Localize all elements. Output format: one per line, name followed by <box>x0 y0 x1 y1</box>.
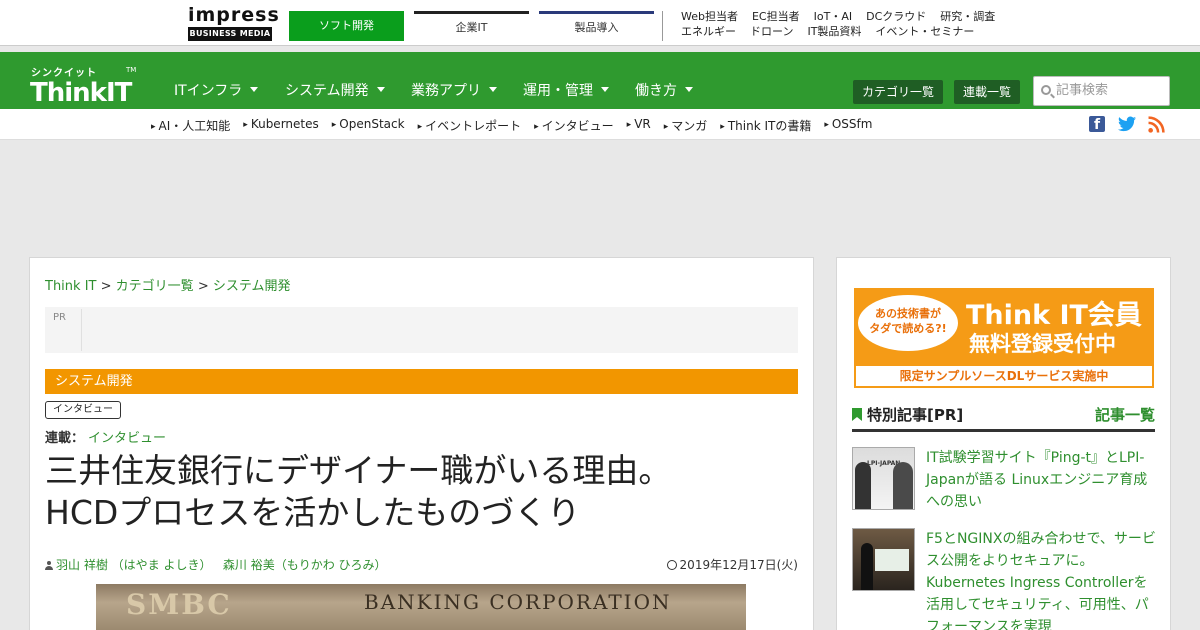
top-link[interactable]: EC担当者 <box>752 9 800 24</box>
nav-item-label: 働き方 <box>635 83 677 99</box>
tab-enterprise-it[interactable]: 企業IT <box>414 11 529 41</box>
sub-nav-link[interactable]: マンガ <box>664 117 707 134</box>
top-link[interactable]: IoT・AI <box>814 9 852 24</box>
hero-sign-smbc: SMBC <box>126 588 232 621</box>
pr-label: PR <box>53 312 66 323</box>
sub-nav-link[interactable]: イベントレポート <box>418 117 521 134</box>
series-link[interactable]: インタビュー <box>88 431 166 446</box>
article-list-link[interactable]: 記事一覧 <box>1095 404 1155 425</box>
category-list-button[interactable]: カテゴリ一覧 <box>853 80 944 104</box>
caret-down-icon <box>489 86 497 92</box>
nav-item-label: システム開発 <box>285 83 369 99</box>
search-icon <box>1041 85 1051 95</box>
top-links: Web担当者 EC担当者 IoT・AI DCクラウド 研究・調査 エネルギー ド… <box>681 9 995 39</box>
member-banner[interactable]: あの技術書が タダで読める?! Think IT会員 無料登録受付中 限定サンプ… <box>854 288 1154 388</box>
caret-down-icon <box>376 86 385 92</box>
sub-nav-link[interactable]: OpenStack <box>332 117 404 134</box>
banner-title: Think IT会員 <box>966 300 1142 331</box>
caret-down-icon <box>685 86 693 92</box>
section-title: 特別記事[PR] <box>867 406 964 424</box>
series-list-button[interactable]: 連載一覧 <box>954 80 1021 104</box>
breadcrumb-home[interactable]: Think IT <box>45 279 96 294</box>
rss-icon[interactable] <box>1148 116 1165 133</box>
top-link[interactable]: イベント・セミナー <box>875 24 974 39</box>
sub-nav-link[interactable]: VR <box>627 117 651 134</box>
person-icon <box>45 561 53 570</box>
logo-kana: シンクイット <box>31 68 97 79</box>
special-articles-header: 特別記事[PR] 記事一覧 <box>852 404 1155 432</box>
breadcrumb-category[interactable]: カテゴリ一覧 <box>116 279 194 294</box>
sub-nav-link[interactable]: Think ITの書籍 <box>720 117 812 134</box>
caret-down-icon <box>601 86 609 92</box>
bookmark-icon <box>852 408 862 421</box>
search-input[interactable]: 記事検索 <box>1033 76 1170 106</box>
impress-wordmark: impress <box>188 4 280 26</box>
nav-item-business-apps[interactable]: 業務アプリ <box>411 80 497 100</box>
clock-icon <box>666 560 677 570</box>
article-link[interactable]: F5とNGINXの組み合わせで、サービス公開をよりセキュアに。Kubernete… <box>926 528 1156 630</box>
tab-soft-dev[interactable]: ソフト開発 <box>289 11 404 41</box>
sub-nav-links: AI・人工知能 Kubernetes OpenStack イベントレポート イン… <box>151 117 873 134</box>
thinkit-logo[interactable]: シンクイット ThinkIT TM <box>30 64 140 110</box>
nav-item-system-dev[interactable]: システム開発 <box>285 80 385 100</box>
series-label: 連載： <box>45 431 85 446</box>
hero-sign-banking: BANKING CORPORATION <box>364 590 672 614</box>
article-link[interactable]: IT試験学習サイト『Ping-t』とLPI-Japanが語る Linuxエンジニ… <box>926 447 1156 513</box>
nav-item-label: 業務アプリ <box>411 83 481 99</box>
pr-box: PR <box>45 307 798 353</box>
hero-image: SMBC BANKING CORPORATION <box>96 584 746 630</box>
title-line-2: HCDプロセスを活かしたものづくり <box>45 493 581 532</box>
author-link[interactable]: 羽山 祥樹 （はやま よしき） <box>56 558 211 572</box>
search-placeholder: 記事検索 <box>1056 83 1109 98</box>
logo-tm: TM <box>126 66 137 74</box>
caret-down-icon <box>250 86 259 92</box>
nav-item-it-infra[interactable]: ITインフラ <box>174 80 259 100</box>
sub-nav-link[interactable]: インタビュー <box>534 117 614 134</box>
nav-item-label: 運用・管理 <box>523 83 593 99</box>
logo-main: ThinkIT <box>30 78 132 108</box>
title-line-1: 三井住友銀行にデザイナー職がいる理由。 <box>45 451 672 490</box>
top-link[interactable]: エネルギー <box>681 24 736 39</box>
top-link[interactable]: 研究・調査 <box>940 9 995 24</box>
top-divider <box>662 11 663 41</box>
date-text: 2019年12月17日(火) <box>679 558 798 572</box>
page-title: 三井住友銀行にデザイナー職がいる理由。 HCDプロセスを活かしたものづくり <box>45 450 805 534</box>
banner-footer: 限定サンプルソースDLサービス実施中 <box>856 366 1152 386</box>
category-bar[interactable]: システム開発 <box>45 369 798 394</box>
top-link[interactable]: ドローン <box>750 24 793 39</box>
impress-logo[interactable]: impress BUSINESS MEDIA <box>188 4 280 43</box>
breadcrumb-separator: > <box>100 279 112 294</box>
series-line: 連載： インタビュー <box>45 427 166 446</box>
authors: 羽山 祥樹 （はやま よしき） 森川 裕美（もりかわ ひろみ） <box>45 556 387 573</box>
article-tag[interactable]: インタビュー <box>45 401 121 419</box>
article-thumbnail[interactable] <box>852 528 915 591</box>
publish-date: 2019年12月17日(火) <box>666 556 798 573</box>
top-link[interactable]: IT製品資料 <box>807 24 861 39</box>
sub-nav-link[interactable]: Kubernetes <box>243 117 319 134</box>
sub-nav-link[interactable]: AI・人工知能 <box>151 117 231 134</box>
nav-item-label: ITインフラ <box>174 83 243 99</box>
banner-subtitle: 無料登録受付中 <box>969 332 1116 356</box>
breadcrumb-separator: > <box>197 279 209 294</box>
banner-bubble: あの技術書が タダで読める?! <box>858 295 958 351</box>
facebook-icon[interactable]: f <box>1089 116 1105 133</box>
author-link[interactable]: 森川 裕美（もりかわ ひろみ） <box>223 558 387 572</box>
top-link[interactable]: DCクラウド <box>866 9 926 24</box>
breadcrumb: Think IT > カテゴリ一覧 > システム開発 <box>45 275 290 294</box>
twitter-icon[interactable] <box>1118 116 1136 132</box>
breadcrumb-current[interactable]: システム開発 <box>213 279 291 294</box>
impress-business-media: BUSINESS MEDIA <box>188 27 272 41</box>
top-link[interactable]: Web担当者 <box>681 9 738 24</box>
pr-divider <box>81 309 82 351</box>
sub-nav-link[interactable]: OSSfm <box>824 117 873 134</box>
article-thumbnail[interactable]: LPI-JAPAN <box>852 447 915 510</box>
nav-item-operations[interactable]: 運用・管理 <box>523 80 609 100</box>
tab-product-intro[interactable]: 製品導入 <box>539 11 654 41</box>
nav-item-work-style[interactable]: 働き方 <box>635 80 693 100</box>
